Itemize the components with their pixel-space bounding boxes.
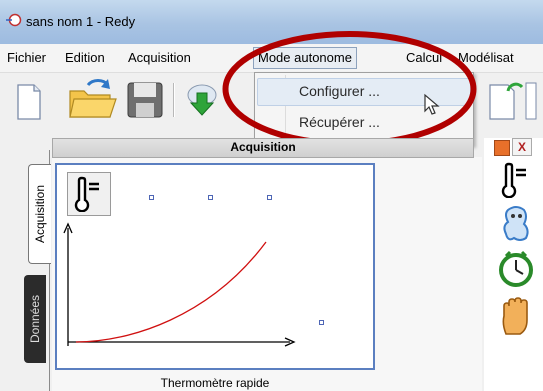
response-curve (75, 241, 267, 343)
palette-close-button[interactable]: X (512, 138, 532, 156)
stopwatch-icon[interactable] (496, 248, 536, 288)
tab-acquisition-label: Acquisition (33, 184, 47, 244)
tab-donnees[interactable]: Données (24, 275, 46, 363)
tab-acquisition[interactable]: Acquisition (28, 164, 51, 264)
mode-autonome-dropdown: Configurer ... Récupérer ... (254, 72, 474, 146)
sensor-graph (63, 222, 296, 347)
menu-item-configurer[interactable]: Configurer ... (299, 83, 380, 99)
sensor-handle[interactable] (267, 195, 272, 200)
menu-calcul[interactable]: Calcul (406, 50, 442, 65)
window-title: sans nom 1 - Redy (26, 14, 136, 29)
refresh-icon[interactable] (486, 77, 538, 121)
menu-modelisation[interactable]: Modélisat (458, 50, 514, 65)
title-bar: sans nom 1 - Redy (0, 0, 543, 44)
menu-mode-autonome[interactable]: Mode autonome (253, 47, 357, 69)
menu-bar: Fichier Edition Acquisition Mode autonom… (0, 44, 543, 73)
cursor-icon (424, 93, 440, 115)
panel-header: Acquisition (52, 138, 474, 158)
sensor-handle[interactable] (149, 195, 154, 200)
tab-donnees-label: Données (28, 294, 42, 344)
save-icon[interactable] (124, 79, 166, 121)
sensor-icon-box[interactable] (67, 172, 111, 216)
hand-icon[interactable] (496, 294, 536, 338)
thermometer-icon[interactable] (496, 162, 536, 198)
menu-acquisition[interactable]: Acquisition (128, 50, 191, 65)
open-folder-icon[interactable] (66, 77, 118, 121)
sensor-caption: Thermomètre rapide (160, 376, 270, 390)
app-icon (6, 13, 22, 27)
sensor-handle[interactable] (319, 320, 324, 325)
palette-color-button[interactable] (494, 140, 510, 156)
new-document-icon[interactable] (2, 79, 46, 123)
menu-fichier[interactable]: Fichier (7, 50, 46, 65)
thermometer-icon (74, 176, 99, 212)
menu-item-recuperer[interactable]: Récupérer ... (299, 114, 380, 130)
sensor-handle[interactable] (208, 195, 213, 200)
ghost-icon[interactable] (496, 204, 536, 244)
menu-edition[interactable]: Edition (65, 50, 105, 65)
panel-title: Acquisition (230, 140, 296, 154)
download-icon[interactable] (184, 81, 220, 119)
toolbar-separator (173, 83, 175, 117)
